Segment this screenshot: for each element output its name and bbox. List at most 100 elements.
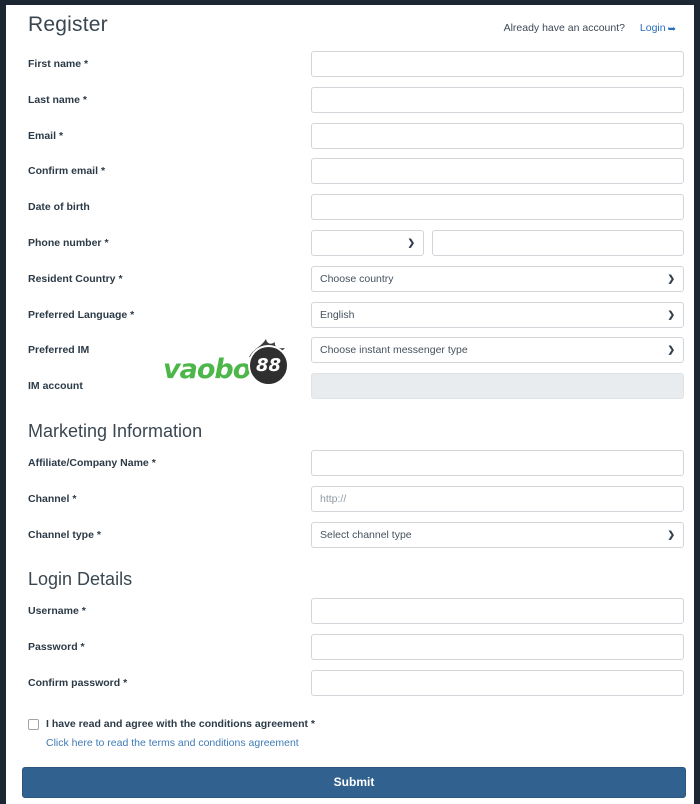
required-marker: * [82, 93, 87, 106]
required-marker: * [118, 272, 123, 285]
terms-checkbox-label: I have read and agree with the condition… [46, 717, 315, 730]
channel-input[interactable] [311, 485, 684, 512]
affiliate-company-name-input[interactable] [311, 449, 684, 476]
control-confirm-password [311, 669, 684, 696]
required-marker: * [81, 605, 86, 618]
preferred-language-wrap: English ❯ [311, 301, 684, 328]
login-link[interactable]: Login ➥ [639, 22, 676, 35]
row-affiliate-company-name: Affiliate/Company Name * [22, 448, 684, 484]
phone-number-input[interactable] [432, 229, 684, 256]
browser-frame: Register Already have an account? Login ➥… [0, 0, 700, 804]
control-affiliate-company-name [311, 449, 684, 476]
required-marker: * [130, 308, 135, 321]
row-channel-type: Channel type * Select channel type ❯ [22, 520, 684, 556]
label-username: Username * [28, 605, 86, 617]
row-channel: Channel * [22, 484, 684, 520]
label-text: Resident Country [28, 272, 116, 285]
label-im-account: IM account [28, 380, 83, 392]
label-text: First name [28, 58, 82, 70]
label-text: Password [28, 641, 78, 654]
control-date-of-birth [311, 194, 684, 221]
required-marker: * [58, 129, 64, 142]
terms-checkbox-row: I have read and agree with the condition… [28, 718, 684, 730]
password-input[interactable] [311, 634, 684, 661]
control-channel [311, 485, 684, 512]
control-preferred-im: Choose instant messenger type ❯ [311, 337, 684, 364]
label-phone-number: Phone number * [28, 237, 109, 249]
control-channel-type: Select channel type ❯ [311, 521, 684, 548]
username-input[interactable] [311, 598, 684, 625]
login-details-heading: Login Details [28, 569, 133, 590]
label-date-of-birth: Date of birth [28, 201, 90, 213]
control-im-account [311, 373, 684, 400]
confirm-email-input[interactable] [311, 158, 684, 185]
label-text: IM account [28, 380, 83, 393]
required-marker: * [104, 236, 109, 249]
required-marker: * [72, 492, 77, 505]
signin-arrow-icon: ➥ [667, 24, 676, 35]
marketing-heading: Marketing Information [28, 420, 203, 441]
row-phone-number: Phone number * ❯ [22, 228, 684, 264]
row-resident-country: Resident Country * Choose country ❯ [22, 264, 684, 300]
resident-country-select[interactable]: Choose country [311, 265, 684, 292]
im-account-input [311, 373, 684, 400]
label-channel-type: Channel type * [28, 529, 101, 541]
label-text: Affiliate/Company Name [28, 456, 149, 469]
label-text: Confirm password [28, 676, 121, 689]
row-date-of-birth: Date of birth [22, 192, 684, 228]
preferred-im-wrap: Choose instant messenger type ❯ [311, 337, 684, 364]
required-marker: * [151, 456, 156, 469]
label-preferred-language: Preferred Language * [28, 309, 134, 321]
required-marker: * [100, 165, 106, 178]
label-text: Preferred Language [28, 308, 128, 321]
row-password: Password * [22, 632, 684, 668]
row-preferred-language: Preferred Language * English ❯ [22, 300, 684, 336]
resident-country-wrap: Choose country ❯ [311, 265, 684, 292]
required-marker: * [123, 676, 128, 689]
label-text: Last name [28, 93, 80, 106]
last-name-input[interactable] [311, 86, 684, 113]
required-marker: * [84, 58, 89, 70]
login-link-label: Login [639, 22, 666, 34]
label-text: Channel [28, 492, 70, 505]
label-resident-country: Resident Country * [28, 273, 123, 285]
label-confirm-password: Confirm password * [28, 677, 127, 689]
account-hint-text: Already have an account? [503, 22, 625, 34]
phone-number-wrap [432, 229, 684, 256]
row-confirm-password: Confirm password * [22, 668, 684, 704]
label-affiliate-company-name: Affiliate/Company Name * [28, 457, 156, 469]
email-input[interactable] [311, 122, 684, 149]
label-text: Phone number [28, 236, 102, 249]
preferred-language-select[interactable]: English [311, 301, 684, 328]
label-email: Email * [28, 130, 63, 142]
label-channel: Channel * [28, 493, 76, 505]
channel-type-select[interactable]: Select channel type [311, 521, 684, 548]
control-phone-number: ❯ [311, 229, 684, 256]
label-preferred-im: Preferred IM [28, 344, 89, 356]
phone-country-code-select[interactable] [311, 229, 424, 256]
date-of-birth-input[interactable] [311, 194, 684, 221]
submit-button[interactable]: Submit [22, 766, 686, 798]
register-form: Register Already have an account? Login ➥… [6, 5, 694, 798]
required-marker: * [80, 641, 85, 654]
preferred-im-select[interactable]: Choose instant messenger type [311, 337, 684, 364]
required-marker: * [96, 528, 101, 541]
page-header: Register Already have an account? Login ➥ [22, 5, 684, 49]
terms-checkbox[interactable] [28, 718, 39, 730]
control-confirm-email [311, 158, 684, 185]
confirm-password-input[interactable] [311, 669, 684, 696]
label-text: Email [28, 129, 57, 142]
terms-and-conditions-link[interactable]: Click here to read the terms and conditi… [46, 737, 684, 749]
control-last-name [311, 86, 684, 113]
control-username [311, 598, 684, 625]
label-password: Password * [28, 641, 85, 653]
control-email [311, 122, 684, 149]
row-username: Username * [22, 596, 684, 632]
row-last-name: Last name * [22, 85, 684, 121]
register-page: Register Already have an account? Login ➥… [6, 5, 694, 804]
row-email: Email * [22, 121, 684, 157]
control-resident-country: Choose country ❯ [311, 265, 684, 292]
control-preferred-language: English ❯ [311, 301, 684, 328]
account-hint: Already have an account? Login ➥ [503, 22, 676, 35]
first-name-input[interactable] [311, 51, 684, 77]
